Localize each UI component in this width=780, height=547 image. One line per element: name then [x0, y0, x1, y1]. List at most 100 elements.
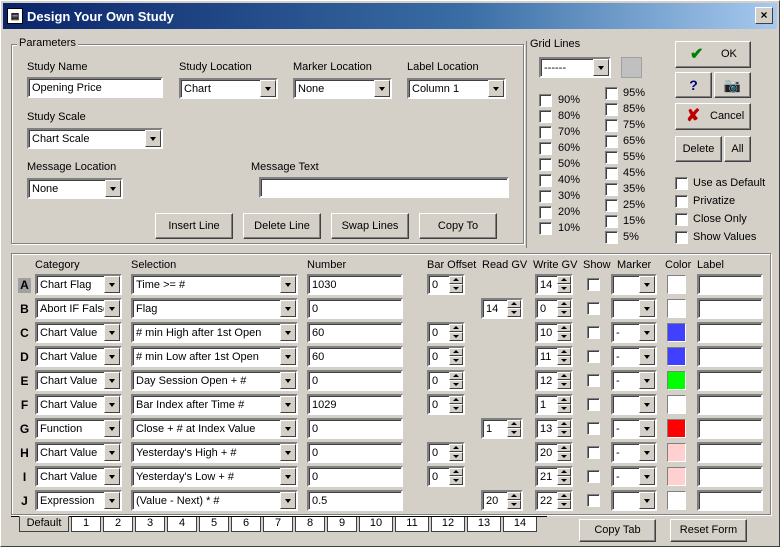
spinner-arrows[interactable]	[449, 372, 463, 389]
chevron-down-icon[interactable]	[374, 80, 390, 97]
chevron-down-icon[interactable]	[639, 420, 655, 437]
arrow-up-icon[interactable]	[557, 468, 571, 476]
use-as-default-checkbox[interactable]	[675, 177, 688, 190]
marker-select[interactable]	[611, 394, 657, 415]
category-select[interactable]: Chart Value	[35, 322, 122, 343]
number-input[interactable]: 60	[307, 346, 403, 367]
chevron-down-icon[interactable]	[639, 468, 655, 485]
label-input[interactable]	[697, 370, 763, 391]
chevron-down-icon[interactable]	[260, 80, 276, 97]
arrow-up-icon[interactable]	[449, 276, 463, 284]
tab-14[interactable]: 14	[503, 517, 537, 532]
tab-5[interactable]: 5	[199, 517, 229, 532]
chevron-down-icon[interactable]	[280, 276, 296, 293]
write-gv-spinner[interactable]: 20	[535, 442, 573, 463]
spinner-arrows[interactable]	[557, 396, 571, 413]
arrow-up-icon[interactable]	[557, 348, 571, 356]
color-swatch[interactable]	[667, 347, 686, 366]
selection-select[interactable]: Day Session Open + #	[131, 370, 298, 391]
arrow-down-icon[interactable]	[449, 404, 463, 413]
spinner-arrows[interactable]	[557, 324, 571, 341]
arrow-up-icon[interactable]	[449, 372, 463, 380]
chevron-down-icon[interactable]	[639, 396, 655, 413]
read-gv-spinner[interactable]: 14	[481, 298, 523, 319]
arrow-up-icon[interactable]	[507, 420, 521, 428]
chevron-down-icon[interactable]	[145, 130, 161, 147]
label-input[interactable]	[697, 418, 763, 439]
chevron-down-icon[interactable]	[639, 276, 655, 293]
close-only-checkbox[interactable]	[675, 213, 688, 226]
marker-select[interactable]: -	[611, 418, 657, 439]
write-gv-spinner[interactable]: 13	[535, 418, 573, 439]
show-checkbox[interactable]	[587, 446, 600, 459]
study-scale-select[interactable]: Chart Scale	[27, 128, 163, 149]
chevron-down-icon[interactable]	[639, 348, 655, 365]
arrow-up-icon[interactable]	[449, 324, 463, 332]
study-name-input[interactable]: Opening Price	[27, 77, 163, 98]
arrow-down-icon[interactable]	[557, 404, 571, 413]
chevron-down-icon[interactable]	[280, 300, 296, 317]
show-checkbox[interactable]	[587, 302, 600, 315]
chevron-down-icon[interactable]	[104, 324, 120, 341]
selection-select[interactable]: (Value - Next) * #	[131, 490, 298, 511]
chevron-down-icon[interactable]	[104, 300, 120, 317]
chevron-down-icon[interactable]	[104, 420, 120, 437]
all-button[interactable]: All	[724, 136, 751, 162]
arrow-down-icon[interactable]	[557, 476, 571, 485]
arrow-down-icon[interactable]	[557, 308, 571, 317]
bar-offset-spinner[interactable]: 0	[427, 274, 465, 295]
arrow-down-icon[interactable]	[557, 500, 571, 509]
bar-offset-spinner[interactable]: 0	[427, 346, 465, 367]
read-gv-spinner[interactable]: 20	[481, 490, 523, 511]
color-swatch[interactable]	[667, 323, 686, 342]
spinner-arrows[interactable]	[557, 276, 571, 293]
chevron-down-icon[interactable]	[639, 300, 655, 317]
read-gv-spinner[interactable]: 1	[481, 418, 523, 439]
chevron-down-icon[interactable]	[104, 276, 120, 293]
arrow-down-icon[interactable]	[449, 476, 463, 485]
arrow-up-icon[interactable]	[449, 444, 463, 452]
arrow-up-icon[interactable]	[507, 300, 521, 308]
arrow-down-icon[interactable]	[507, 500, 521, 509]
number-input[interactable]: 0	[307, 466, 403, 487]
category-select[interactable]: Chart Value	[35, 346, 122, 367]
camera-button[interactable]: 📷	[714, 72, 751, 98]
color-swatch[interactable]	[667, 371, 686, 390]
marker-location-select[interactable]: None	[293, 78, 392, 99]
number-input[interactable]: 0.5	[307, 490, 403, 511]
selection-select[interactable]: Flag	[131, 298, 298, 319]
chevron-down-icon[interactable]	[280, 348, 296, 365]
chevron-down-icon[interactable]	[104, 372, 120, 389]
swap-lines-button[interactable]: Swap Lines	[331, 213, 409, 239]
marker-select[interactable]: -	[611, 370, 657, 391]
arrow-down-icon[interactable]	[557, 452, 571, 461]
arrow-down-icon[interactable]	[557, 356, 571, 365]
tab-9[interactable]: 9	[327, 517, 357, 532]
number-input[interactable]: 1029	[307, 394, 403, 415]
show-checkbox[interactable]	[587, 494, 600, 507]
arrow-up-icon[interactable]	[557, 444, 571, 452]
category-select[interactable]: Chart Value	[35, 370, 122, 391]
show-checkbox[interactable]	[587, 422, 600, 435]
arrow-up-icon[interactable]	[449, 396, 463, 404]
chevron-down-icon[interactable]	[280, 420, 296, 437]
tab-2[interactable]: 2	[103, 517, 133, 532]
selection-select[interactable]: Bar Index after Time #	[131, 394, 298, 415]
chevron-down-icon[interactable]	[639, 444, 655, 461]
color-swatch[interactable]	[667, 395, 686, 414]
chevron-down-icon[interactable]	[639, 372, 655, 389]
tab-10[interactable]: 10	[359, 517, 393, 532]
bar-offset-spinner[interactable]: 0	[427, 322, 465, 343]
tab-11[interactable]: 11	[395, 517, 429, 532]
color-swatch[interactable]	[667, 299, 686, 318]
number-input[interactable]: 0	[307, 298, 403, 319]
arrow-down-icon[interactable]	[449, 332, 463, 341]
spinner-arrows[interactable]	[557, 420, 571, 437]
spinner-arrows[interactable]	[449, 396, 463, 413]
show-checkbox[interactable]	[587, 350, 600, 363]
write-gv-spinner[interactable]: 14	[535, 274, 573, 295]
category-select[interactable]: Abort IF False	[35, 298, 122, 319]
copy-tab-button[interactable]: Copy Tab	[579, 519, 656, 542]
category-select[interactable]: Chart Flag	[35, 274, 122, 295]
arrow-up-icon[interactable]	[507, 492, 521, 500]
